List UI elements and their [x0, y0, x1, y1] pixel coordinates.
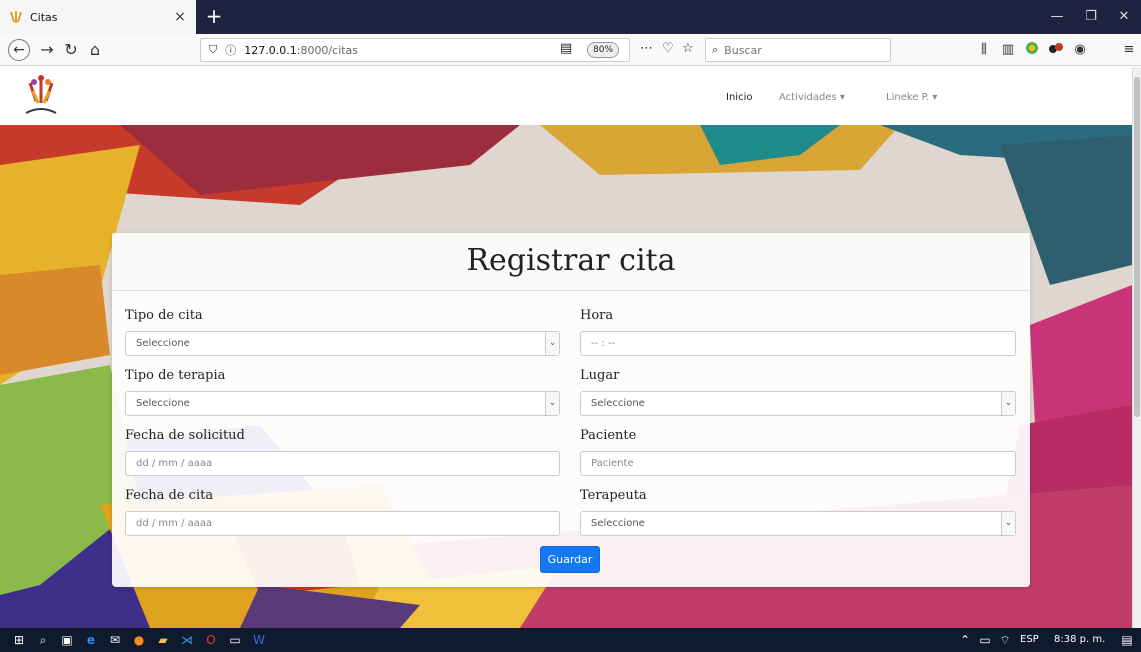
- paciente-placeholder: Paciente: [591, 458, 634, 469]
- tipo-terapia-select[interactable]: Seleccione ⌄: [125, 391, 560, 416]
- library-icon[interactable]: ⫼: [975, 41, 993, 59]
- fecha-solicitud-value: dd / mm / aaaa: [136, 458, 213, 469]
- file-explorer-icon[interactable]: ▰: [154, 631, 172, 649]
- tipo-cita-value: Seleccione: [136, 338, 190, 349]
- page-viewport: Inicio Actividades ▾ Lineke P. ▾ Registr…: [0, 67, 1132, 628]
- vscode-icon[interactable]: ⋊: [178, 631, 196, 649]
- fecha-solicitud-input[interactable]: dd / mm / aaaa: [125, 451, 560, 476]
- lugar-value: Seleccione: [591, 398, 645, 409]
- browser-tabbar: Citas × + — ❐ ✕: [0, 0, 1141, 34]
- lugar-label: Lugar: [580, 368, 620, 383]
- nav-actividades-dropdown[interactable]: Actividades ▾: [779, 92, 845, 103]
- hora-input[interactable]: -- : --: [580, 331, 1016, 356]
- mail-icon[interactable]: ✉: [106, 631, 124, 649]
- hora-label: Hora: [580, 308, 614, 323]
- search-icon: ⌕: [712, 43, 719, 56]
- chevron-down-icon: ⌄: [1001, 512, 1015, 535]
- site-favicon-icon: [10, 11, 22, 23]
- browser-toolbar: ← → ↻ ⌂ ⛉ ⓘ 127.0.0.1 :8000/citas ▤ 80% …: [0, 34, 1141, 66]
- pocket-icon[interactable]: ♡: [662, 41, 674, 56]
- notifications-icon[interactable]: ▤: [1118, 631, 1136, 649]
- shield-icon: ⛉: [209, 43, 218, 56]
- windows-start-icon[interactable]: ⊞: [10, 631, 28, 649]
- page-title: Registrar cita: [112, 233, 1030, 291]
- site-navbar: Inicio Actividades ▾ Lineke P. ▾: [0, 67, 1132, 125]
- language-indicator[interactable]: ESP: [1020, 634, 1039, 645]
- store-icon[interactable]: ▣: [58, 631, 76, 649]
- reload-icon[interactable]: ↻: [60, 39, 82, 61]
- site-logo[interactable]: [18, 73, 64, 119]
- chevron-down-icon: ⌄: [545, 392, 559, 415]
- sidebar-icon[interactable]: ▥: [999, 41, 1017, 59]
- clock[interactable]: 8:38 p. m.: [1054, 634, 1105, 645]
- forward-arrow-icon[interactable]: →: [36, 39, 58, 61]
- fecha-cita-value: dd / mm / aaaa: [136, 518, 213, 529]
- fecha-cita-input[interactable]: dd / mm / aaaa: [125, 511, 560, 536]
- page-scrollbar[interactable]: [1132, 67, 1141, 628]
- firefox-icon[interactable]: ●: [130, 631, 148, 649]
- opera-icon[interactable]: O: [202, 631, 220, 649]
- bookmark-star-icon[interactable]: ☆: [682, 41, 694, 56]
- extension-icon[interactable]: [1023, 41, 1041, 59]
- new-tab-button[interactable]: +: [202, 4, 226, 28]
- zoom-level-badge[interactable]: 80%: [587, 42, 620, 58]
- fecha-solicitud-label: Fecha de solicitud: [125, 428, 245, 443]
- tab-title: Citas: [30, 10, 58, 24]
- search-placeholder: Buscar: [724, 43, 762, 57]
- search-icon[interactable]: ⌕: [34, 631, 52, 649]
- maximize-button[interactable]: ❐: [1074, 0, 1108, 34]
- url-path: :8000/citas: [296, 43, 359, 57]
- url-host: 127.0.0.1: [244, 43, 297, 57]
- chevron-down-icon: ⌄: [1001, 392, 1015, 415]
- lugar-select[interactable]: Seleccione ⌄: [580, 391, 1016, 416]
- page-actions-icon[interactable]: ⋯: [640, 41, 653, 56]
- minimize-button[interactable]: —: [1040, 0, 1074, 34]
- home-icon[interactable]: ⌂: [84, 39, 106, 61]
- paciente-input[interactable]: Paciente: [580, 451, 1016, 476]
- save-button[interactable]: Guardar: [540, 546, 600, 573]
- windows-taskbar: ⊞ ⌕ ▣ e ✉ ● ▰ ⋊ O ▭ W ⌃ ▭ ⌔ ESP 8:38 p. …: [0, 628, 1141, 652]
- painted-background: Registrar cita Tipo de cita Seleccione ⌄…: [0, 125, 1132, 628]
- browser-tab[interactable]: Citas ×: [0, 0, 196, 34]
- extension-icon[interactable]: [1047, 41, 1065, 59]
- battery-icon[interactable]: ▭: [976, 631, 994, 649]
- nav-user-dropdown[interactable]: Lineke P. ▾: [886, 92, 937, 103]
- search-input[interactable]: ⌕ Buscar: [705, 38, 891, 62]
- reader-view-icon[interactable]: ▤: [560, 41, 572, 56]
- scrollbar-thumb[interactable]: [1134, 77, 1140, 417]
- terapeuta-select[interactable]: Seleccione ⌄: [580, 511, 1016, 536]
- wifi-icon[interactable]: ⌔: [996, 631, 1014, 649]
- chevron-down-icon: ⌄: [545, 332, 559, 355]
- tab-close-icon[interactable]: ×: [172, 9, 188, 25]
- fecha-cita-label: Fecha de cita: [125, 488, 214, 503]
- chevron-up-icon[interactable]: ⌃: [956, 631, 974, 649]
- terapeuta-label: Terapeuta: [580, 488, 647, 503]
- hora-value: -- : --: [591, 338, 616, 349]
- menu-icon[interactable]: ≡: [1120, 41, 1138, 59]
- paciente-label: Paciente: [580, 428, 637, 443]
- terminal-icon[interactable]: ▭: [226, 631, 244, 649]
- tipo-cita-select[interactable]: Seleccione ⌄: [125, 331, 560, 356]
- back-arrow-icon[interactable]: ←: [8, 39, 30, 61]
- nav-inicio[interactable]: Inicio: [726, 92, 752, 103]
- terapeuta-value: Seleccione: [591, 518, 645, 529]
- tipo-terapia-value: Seleccione: [136, 398, 190, 409]
- close-window-button[interactable]: ✕: [1107, 0, 1141, 34]
- edge-browser-icon[interactable]: e: [82, 631, 100, 649]
- tipo-cita-label: Tipo de cita: [125, 308, 203, 323]
- account-icon[interactable]: ◉: [1071, 41, 1089, 59]
- tipo-terapia-label: Tipo de terapia: [125, 368, 226, 383]
- word-icon[interactable]: W: [250, 631, 268, 649]
- register-appointment-card: Registrar cita Tipo de cita Seleccione ⌄…: [112, 233, 1030, 587]
- info-icon[interactable]: ⓘ: [225, 42, 236, 58]
